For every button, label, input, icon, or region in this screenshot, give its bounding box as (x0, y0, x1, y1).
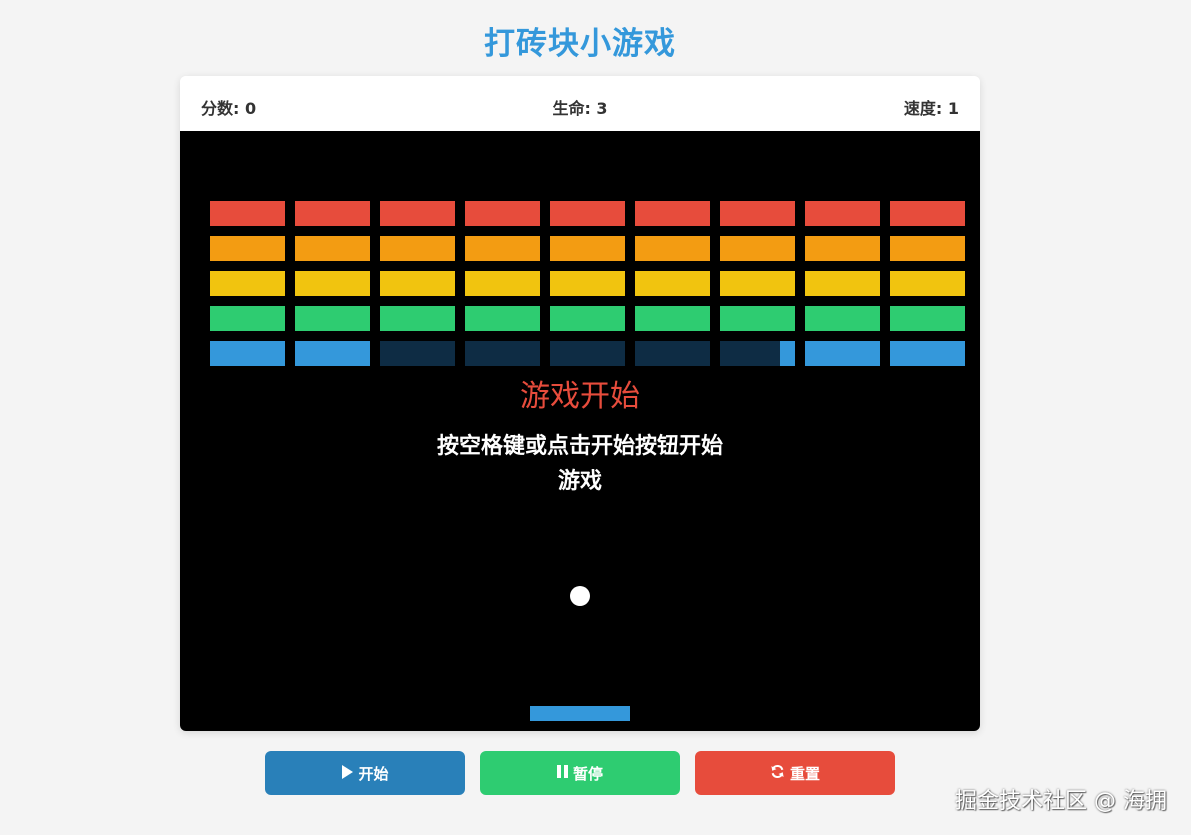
overlay-title: 游戏开始 (520, 379, 640, 414)
brick (890, 341, 965, 366)
start-button[interactable]: 开始 (265, 751, 465, 795)
brick (465, 341, 540, 366)
brick (550, 201, 625, 226)
brick (890, 271, 965, 296)
brick (550, 236, 625, 261)
brick (720, 236, 795, 261)
brick (210, 341, 285, 366)
paddle[interactable] (530, 706, 630, 721)
brick (635, 271, 710, 296)
brick (380, 341, 455, 366)
brick (380, 236, 455, 261)
brick (550, 341, 625, 366)
game-canvas[interactable]: 游戏开始 按空格键或点击开始按钮开始游戏 (180, 131, 980, 731)
brick (890, 201, 965, 226)
brick (210, 271, 285, 296)
ball (570, 586, 590, 606)
brick (550, 306, 625, 331)
pause-icon (556, 765, 568, 781)
brick (805, 341, 880, 366)
brick (380, 271, 455, 296)
reset-button[interactable]: 重置 (695, 751, 895, 795)
reset-button-label: 重置 (789, 764, 820, 783)
brick (720, 306, 795, 331)
brick (465, 236, 540, 261)
brick (550, 271, 625, 296)
brick (805, 236, 880, 261)
brick (210, 236, 285, 261)
brick (380, 201, 455, 226)
game-title: 打砖块小游戏 (484, 26, 676, 62)
brick (805, 201, 880, 226)
brick (295, 341, 370, 366)
brick (720, 201, 795, 226)
lives-display: 生命: 3 (552, 99, 608, 118)
brick (210, 201, 285, 226)
brick (720, 271, 795, 296)
brick (635, 236, 710, 261)
page: 打砖块小游戏 分数: 0 生命: 3 速度: 1 游戏开始 按空格键或点击开始按… (0, 0, 1191, 835)
brick (720, 341, 795, 366)
start-button-label: 开始 (358, 764, 389, 783)
brick (295, 306, 370, 331)
brick (890, 306, 965, 331)
brick (635, 341, 710, 366)
play-icon (341, 764, 354, 782)
brick (465, 201, 540, 226)
watermark: 掘金技术社区 @ 海拥 (955, 789, 1167, 814)
speed-display: 速度: 1 (903, 99, 959, 118)
brick (295, 236, 370, 261)
brick (635, 306, 710, 331)
pause-button[interactable]: 暂停 (480, 751, 680, 795)
brick (210, 306, 285, 331)
brick (465, 306, 540, 331)
brick (890, 236, 965, 261)
brick (465, 271, 540, 296)
brick (635, 201, 710, 226)
brick (295, 271, 370, 296)
refresh-icon (770, 764, 785, 782)
game-container: 分数: 0 生命: 3 速度: 1 游戏开始 按空格键或点击开始按钮开始游戏 (180, 76, 980, 731)
brick (295, 201, 370, 226)
overlay-message: 按空格键或点击开始按钮开始游戏 (436, 434, 723, 494)
status-bar: 分数: 0 生命: 3 速度: 1 (180, 76, 980, 131)
pause-button-label: 暂停 (572, 764, 603, 783)
brick (805, 271, 880, 296)
brick (380, 306, 455, 331)
brick (805, 306, 880, 331)
